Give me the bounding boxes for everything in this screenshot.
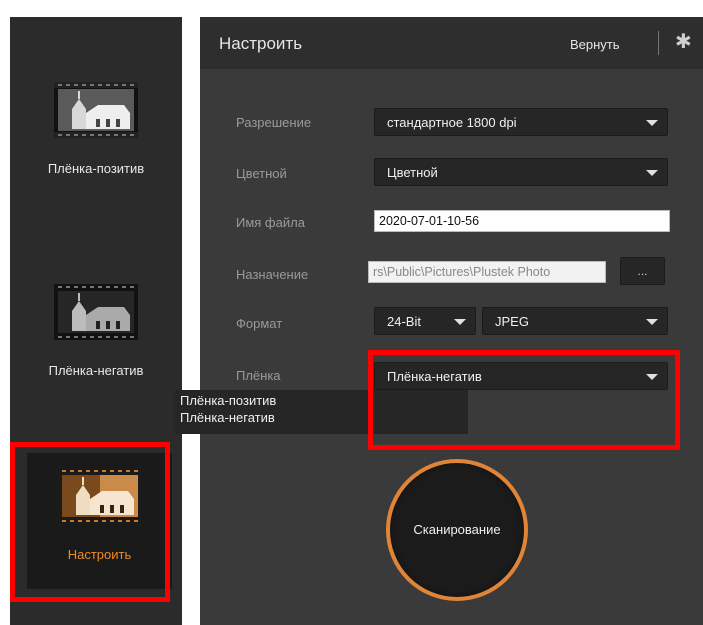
film-label: Плёнка	[236, 368, 281, 383]
chevron-down-icon[interactable]	[637, 109, 667, 135]
filename-field[interactable]: 2020-07-01-10-56	[374, 210, 670, 232]
destination-label: Назначение	[236, 267, 309, 282]
destination-field[interactable]: rs\Public\Pictures\Plustek Photo	[368, 261, 606, 283]
format-label: Формат	[236, 316, 283, 331]
header-divider	[658, 31, 659, 55]
panel-header: Настроить Вернуть ✱	[200, 17, 703, 69]
scan-button[interactable]: Сканирование	[386, 459, 528, 601]
filetype-value: JPEG	[495, 314, 529, 329]
highlight-box-custom-mode	[10, 442, 170, 602]
resolution-select[interactable]: стандартное 1800 dpi	[374, 108, 668, 136]
chevron-down-icon[interactable]	[637, 159, 667, 185]
resolution-label: Разрешение	[236, 115, 312, 130]
chevron-down-icon[interactable]	[637, 308, 667, 334]
film-option-positive[interactable]: Плёнка-позитив	[180, 393, 276, 408]
mode-label: Плёнка-позитив	[47, 161, 145, 176]
mode-label: Плёнка-негатив	[48, 363, 144, 378]
resolution-value: стандартное 1800 dpi	[387, 115, 517, 130]
bitdepth-select[interactable]: 24-Bit	[374, 307, 476, 335]
filetype-select[interactable]: JPEG	[482, 307, 668, 335]
mode-film-positive[interactable]: Плёнка-позитив	[10, 77, 182, 176]
color-select[interactable]: Цветной	[374, 158, 668, 186]
highlight-box-film-dropdown	[368, 350, 680, 450]
filename-label: Имя файла	[236, 215, 305, 230]
bitdepth-value: 24-Bit	[387, 314, 421, 329]
color-label: Цветной	[236, 166, 287, 181]
mode-film-negative[interactable]: Плёнка-негатив	[10, 279, 182, 378]
browse-button[interactable]: ...	[620, 257, 665, 285]
film-negative-icon	[54, 284, 138, 340]
film-positive-icon	[54, 82, 138, 138]
chevron-down-icon[interactable]	[445, 308, 475, 334]
film-option-negative[interactable]: Плёнка-негатив	[180, 410, 275, 425]
gear-icon[interactable]: ✱	[675, 31, 695, 53]
color-value: Цветной	[387, 165, 438, 180]
page-title: Настроить	[219, 34, 303, 53]
reset-button[interactable]: Вернуть	[570, 37, 620, 52]
